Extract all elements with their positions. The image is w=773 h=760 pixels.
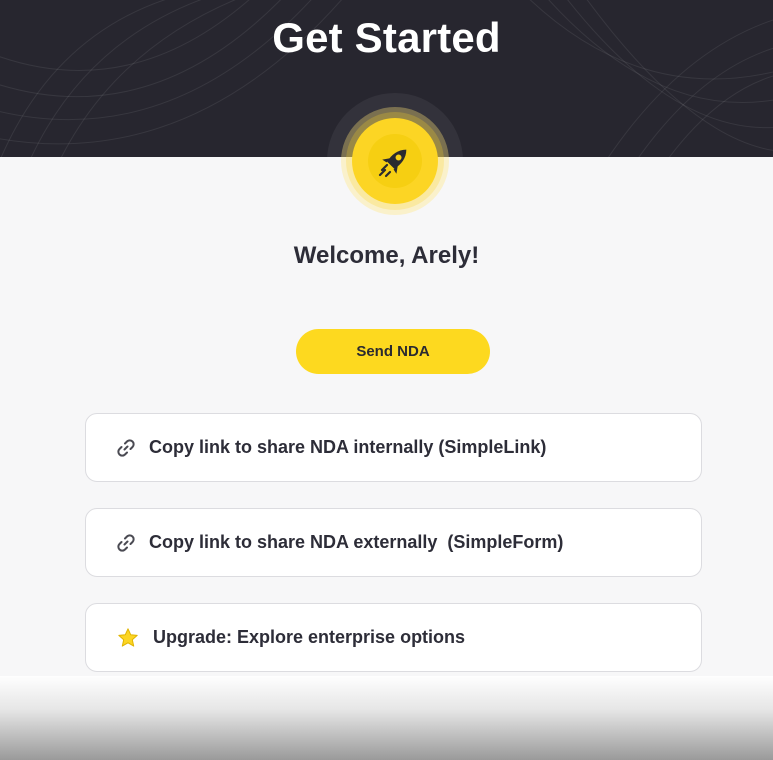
page-title: Get Started [272, 14, 501, 61]
star-icon [117, 627, 139, 649]
bottom-fade-overlay [0, 676, 773, 760]
welcome-heading: Welcome, Arely! [293, 242, 480, 269]
option-label: Copy link to share NDA externally [149, 532, 438, 552]
rocket-badge [352, 118, 438, 204]
link-icon [115, 437, 137, 459]
link-icon [115, 532, 137, 554]
upgrade-enterprise-option[interactable]: Upgrade: Explore enterprise options [85, 603, 702, 672]
option-label: Copy link to share NDA internally (Simpl… [149, 437, 547, 457]
option-suffix: (SimpleForm) [447, 532, 564, 552]
copy-internal-link-option[interactable]: Copy link to share NDA internally (Simpl… [85, 413, 702, 482]
send-nda-button[interactable]: Send NDA [296, 329, 490, 374]
option-label: Upgrade: Explore enterprise options [153, 627, 466, 647]
copy-external-link-option[interactable]: Copy link to share NDA externally (Simpl… [85, 508, 702, 577]
rocket-icon [378, 149, 407, 178]
